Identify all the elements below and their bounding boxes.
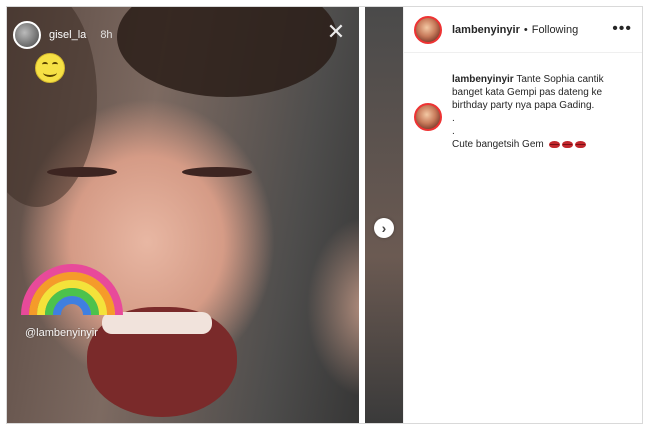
caption-avatar[interactable]	[414, 103, 442, 131]
smiley-sticker-icon	[35, 53, 65, 83]
story-watermark: @lambenyinyir	[25, 327, 98, 339]
caption-username[interactable]: lambenyinyir	[452, 74, 514, 85]
photo-eye-left	[47, 167, 117, 177]
rainbow-sticker-icon	[17, 257, 127, 317]
close-icon: ✕	[326, 19, 346, 44]
caption-dot: .	[452, 126, 455, 137]
lips-emoji-icon	[574, 140, 586, 148]
photo-eye-right	[182, 167, 252, 177]
more-horizontal-icon[interactable]: •••	[612, 21, 632, 37]
lips-emoji-icon	[548, 140, 560, 148]
post-sidebar: lambenyinyir • Following ••• lambenyinyir …	[403, 7, 642, 423]
caption-text-2: Cute bangetsih Gem	[452, 139, 544, 150]
story-header: gisel_la 8h	[13, 21, 113, 49]
author-avatar[interactable]	[414, 15, 442, 44]
caption: lambenyinyir Tante Sophia cantik banget …	[414, 73, 627, 151]
lips-emoji-icon	[561, 140, 573, 148]
chevron-right-icon[interactable]: ›	[374, 218, 394, 238]
post-header: lambenyinyir • Following •••	[404, 7, 642, 53]
caption-dot: .	[452, 113, 455, 124]
story-avatar	[13, 21, 41, 49]
caption-body: lambenyinyir Tante Sophia cantik banget …	[452, 73, 627, 151]
next-slide-preview	[365, 7, 403, 423]
story-username: gisel_la	[49, 29, 87, 41]
follow-status[interactable]: Following	[532, 24, 578, 36]
post-media[interactable]: gisel_la 8h ✕ @lambenyinyir ›	[7, 7, 403, 423]
story-time: 8h	[100, 29, 113, 41]
header-separator: •	[523, 23, 528, 36]
header-text: lambenyinyir • Following	[452, 24, 578, 36]
author-username[interactable]: lambenyinyir	[452, 24, 520, 36]
post-frame: gisel_la 8h ✕ @lambenyinyir › lambenyiny…	[6, 6, 643, 424]
